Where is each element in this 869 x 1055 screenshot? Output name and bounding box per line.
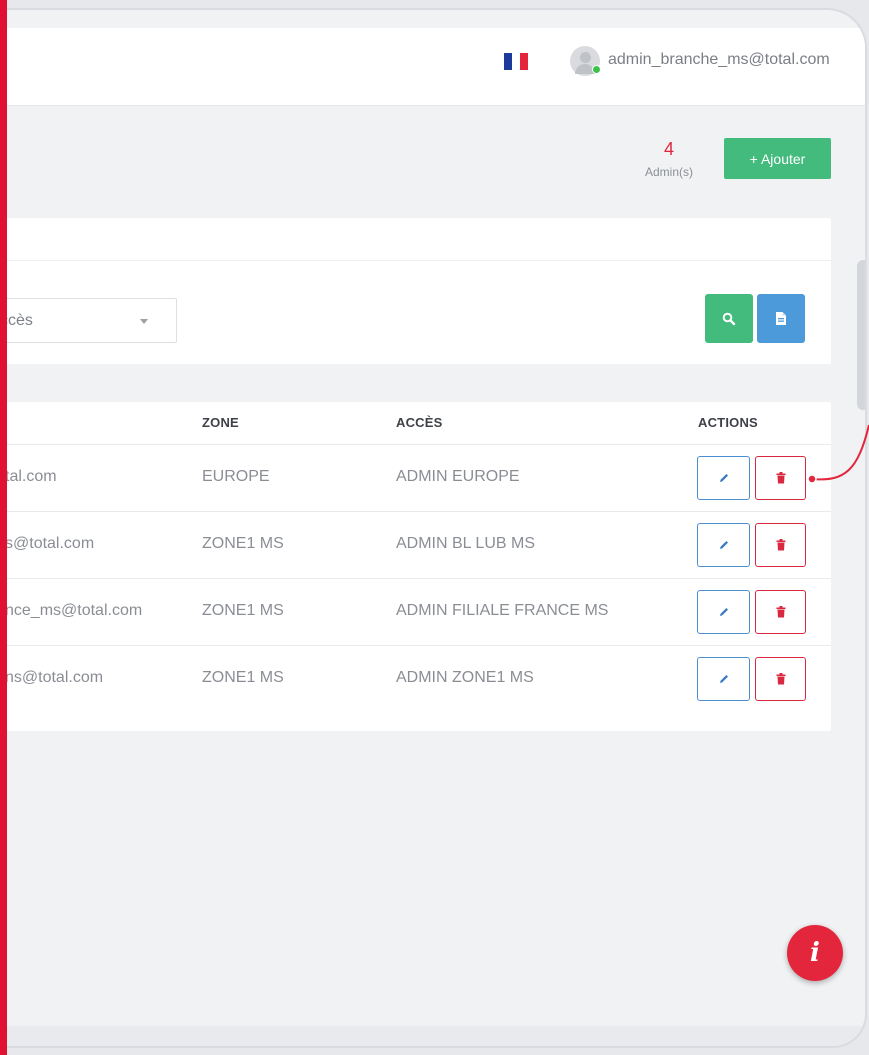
callout-line [807,424,869,484]
stage: admin_branche_ms@total.com 4 Admin(s) + … [0,0,869,1055]
